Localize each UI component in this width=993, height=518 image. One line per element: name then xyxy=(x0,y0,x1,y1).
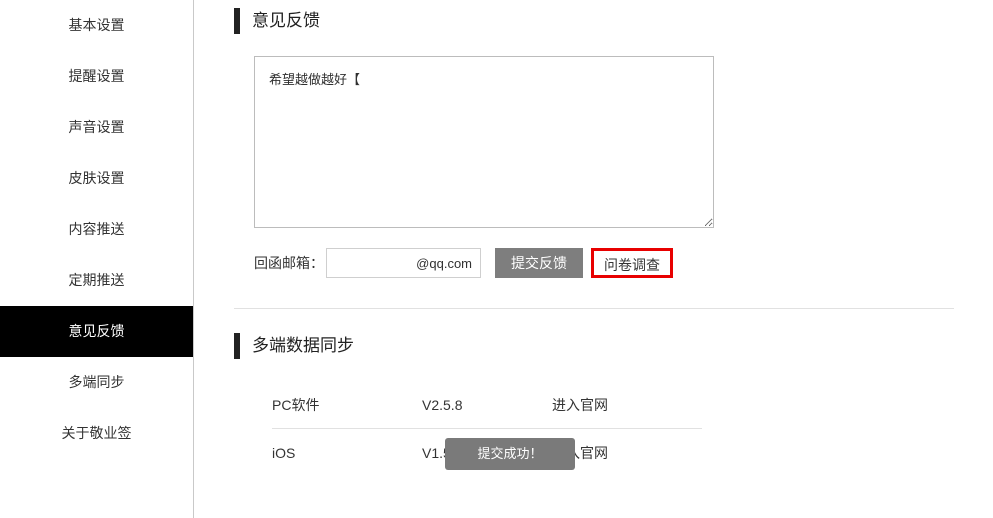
sidebar-item-label: 提醒设置 xyxy=(69,68,125,84)
sync-table: PC软件 V2.5.8 进入官网 iOS V1.5.2 进入官网 xyxy=(272,381,953,477)
email-input[interactable] xyxy=(326,248,481,278)
sidebar-item-about[interactable]: 关于敬业签 xyxy=(0,408,193,459)
sync-platform-name: iOS xyxy=(272,445,422,461)
sidebar-item-label: 关于敬业签 xyxy=(62,425,132,441)
section-title-feedback: 意见反馈 xyxy=(234,8,953,34)
sidebar-item-label: 声音设置 xyxy=(69,119,125,135)
sidebar-item-basic[interactable]: 基本设置 xyxy=(0,0,193,51)
sync-version: V2.5.8 xyxy=(422,397,552,413)
main-panel: 意见反馈 希望越做越好【 回函邮箱： 提交反馈 问卷调查 多端数据同步 PC软件… xyxy=(194,0,993,518)
submit-feedback-button[interactable]: 提交反馈 xyxy=(495,248,583,278)
sidebar-item-label: 多端同步 xyxy=(69,374,125,390)
section-title-sync: 多端数据同步 xyxy=(234,333,953,359)
feedback-textarea[interactable]: 希望越做越好【 xyxy=(254,56,714,228)
sidebar: 基本设置 提醒设置 声音设置 皮肤设置 内容推送 定期推送 意见反馈 多端同步 … xyxy=(0,0,194,518)
sidebar-item-label: 基本设置 xyxy=(69,17,125,33)
sidebar-item-label: 皮肤设置 xyxy=(69,170,125,186)
sync-row-pc: PC软件 V2.5.8 进入官网 xyxy=(272,381,702,429)
sidebar-item-content[interactable]: 内容推送 xyxy=(0,204,193,255)
email-label: 回函邮箱： xyxy=(254,253,324,273)
sidebar-item-periodic[interactable]: 定期推送 xyxy=(0,255,193,306)
sidebar-item-sound[interactable]: 声音设置 xyxy=(0,102,193,153)
sync-section: 多端数据同步 PC软件 V2.5.8 进入官网 iOS V1.5.2 进入官网 xyxy=(234,309,953,477)
feedback-section: 意见反馈 希望越做越好【 回函邮箱： 提交反馈 问卷调查 xyxy=(234,0,953,278)
sidebar-item-label: 定期推送 xyxy=(69,272,125,288)
sidebar-item-sync[interactable]: 多端同步 xyxy=(0,357,193,408)
sync-row-ios: iOS V1.5.2 进入官网 xyxy=(272,429,702,477)
sidebar-item-label: 内容推送 xyxy=(69,221,125,237)
sidebar-item-skin[interactable]: 皮肤设置 xyxy=(0,153,193,204)
sidebar-item-feedback[interactable]: 意见反馈 xyxy=(0,306,193,357)
survey-link[interactable]: 问卷调查 xyxy=(591,248,673,278)
sync-version: V1.5.2 xyxy=(422,445,552,461)
sync-link-pc[interactable]: 进入官网 xyxy=(552,395,608,415)
sidebar-item-remind[interactable]: 提醒设置 xyxy=(0,51,193,102)
sync-link-ios[interactable]: 进入官网 xyxy=(552,443,608,463)
sidebar-item-label: 意见反馈 xyxy=(69,323,125,339)
sync-platform-name: PC软件 xyxy=(272,395,422,415)
